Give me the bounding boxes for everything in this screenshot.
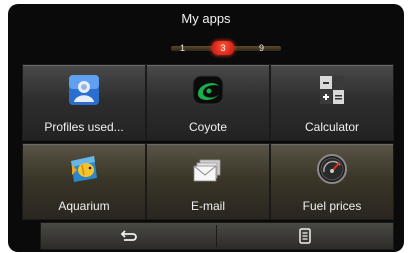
email-icon	[193, 159, 221, 182]
app-label: Profiles used...	[44, 120, 124, 134]
app-label: Coyote	[188, 120, 228, 134]
profile-icon	[69, 75, 99, 105]
page-indicator[interactable]: 1 3 9	[171, 40, 281, 56]
app-grid: Profiles used... Coyote Calculator Aquar…	[22, 64, 394, 220]
page-first[interactable]: 1	[180, 40, 185, 56]
app-tile-profiles[interactable]: Profiles used...	[22, 64, 146, 141]
coyote-icon	[192, 75, 224, 105]
app-tile-fuel-prices[interactable]: Fuel prices	[270, 143, 394, 220]
bottom-bar	[40, 222, 394, 250]
app-label: Aquarium	[58, 199, 110, 213]
page-current[interactable]: 3	[212, 41, 234, 55]
app-label: E-mail	[190, 199, 225, 213]
back-arrow-icon	[120, 230, 137, 241]
app-label: Fuel prices	[302, 199, 362, 213]
page-title: My apps	[181, 11, 231, 26]
menu-list-icon	[298, 228, 311, 244]
menu-button[interactable]	[217, 223, 392, 249]
app-tile-email[interactable]: E-mail	[146, 143, 270, 220]
app-tile-calculator[interactable]: Calculator	[270, 64, 394, 141]
page-last[interactable]: 9	[259, 40, 264, 56]
app-tile-aquarium[interactable]: Aquarium	[22, 143, 146, 220]
fuel-gauge-icon	[317, 154, 347, 184]
aquarium-icon	[71, 156, 97, 182]
app-tile-coyote[interactable]: Coyote	[146, 64, 270, 141]
apps-screen: My apps 1 3 9 Profiles used... Coyote Ca…	[8, 4, 404, 252]
calculator-icon	[320, 76, 344, 104]
app-label: Calculator	[304, 120, 360, 134]
back-button[interactable]	[41, 223, 216, 249]
